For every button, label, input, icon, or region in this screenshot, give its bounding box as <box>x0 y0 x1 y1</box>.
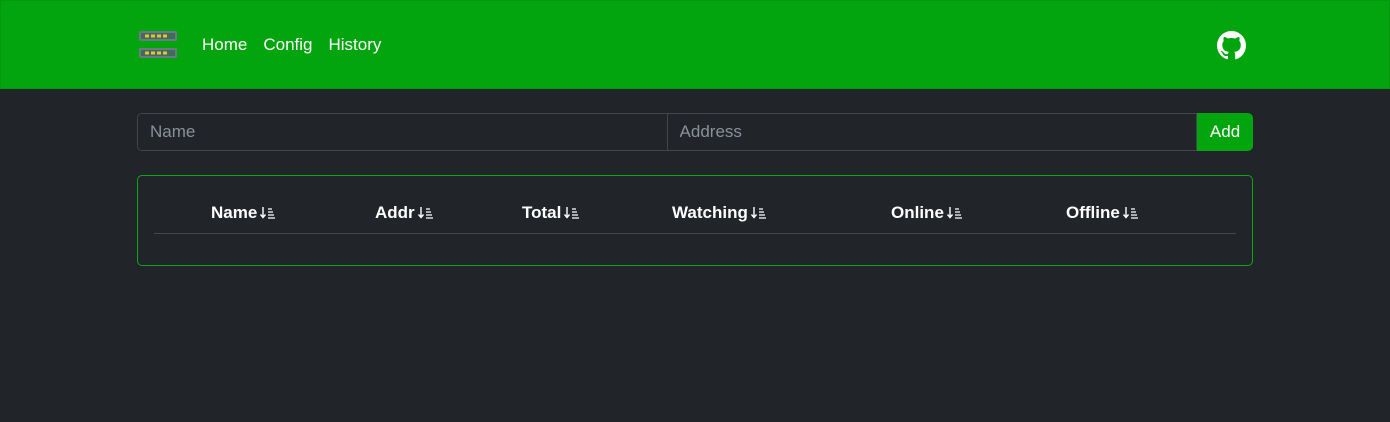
sort-descending-icon <box>750 207 766 219</box>
column-header-label: Name <box>211 203 258 222</box>
sort-descending-icon <box>417 207 433 219</box>
column-header-label: Watching <box>672 203 748 222</box>
server-rack-icon[interactable] <box>138 29 178 61</box>
name-input[interactable] <box>137 113 668 151</box>
address-input[interactable] <box>667 113 1198 151</box>
column-header-total[interactable]: Total <box>522 203 580 223</box>
table-header: Name Addr Total Watching Online Offline <box>154 176 1236 234</box>
nav-config-link[interactable]: Config <box>263 34 312 56</box>
servers-table: Name Addr Total Watching Online Offline <box>137 175 1253 266</box>
column-header-label: Addr <box>375 203 415 222</box>
column-header-label: Total <box>522 203 562 222</box>
column-header-label: Offline <box>1066 203 1120 222</box>
sort-descending-icon <box>1122 207 1138 219</box>
sort-descending-icon <box>946 207 962 219</box>
top-navbar: Home Config History <box>0 0 1390 89</box>
column-header-online[interactable]: Online <box>891 203 963 223</box>
sort-descending-icon <box>260 207 276 219</box>
add-button[interactable]: Add <box>1197 113 1254 151</box>
column-header-label: Online <box>891 203 944 222</box>
nav-home-link[interactable]: Home <box>202 34 247 56</box>
column-header-addr[interactable]: Addr <box>375 203 434 223</box>
column-header-offline[interactable]: Offline <box>1066 203 1139 223</box>
column-header-watching[interactable]: Watching <box>672 203 767 223</box>
sort-descending-icon <box>564 207 580 219</box>
nav-links: Home Config History <box>202 34 381 56</box>
nav-history-link[interactable]: History <box>329 34 382 56</box>
add-server-form: Add <box>137 113 1254 151</box>
github-icon[interactable] <box>1217 31 1246 60</box>
column-header-name[interactable]: Name <box>211 203 276 223</box>
